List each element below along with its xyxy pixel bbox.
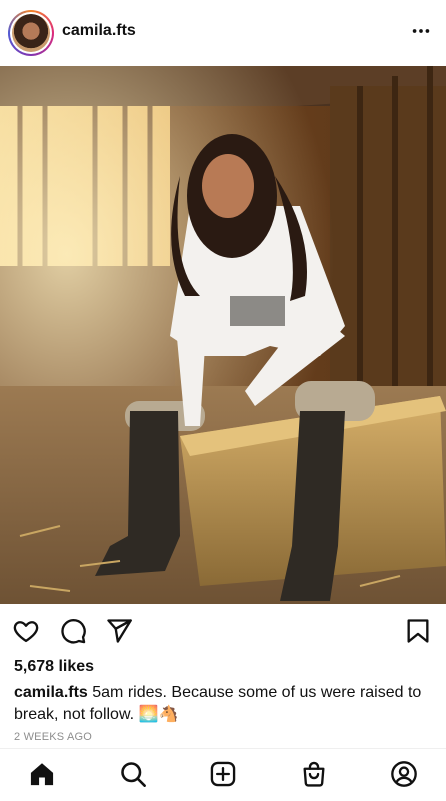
search-icon[interactable] — [118, 759, 148, 789]
avatar-image — [12, 14, 50, 52]
like-count[interactable]: 5,678 likes — [14, 658, 94, 676]
post-username[interactable]: camila.fts — [62, 22, 136, 40]
heart-icon[interactable] — [11, 616, 41, 646]
avatar-ring-gap — [10, 12, 52, 54]
post-caption: camila.fts 5am rides. Because some of us… — [14, 682, 438, 726]
create-icon[interactable] — [208, 759, 238, 789]
comment-icon[interactable] — [58, 616, 88, 646]
more-options-icon[interactable] — [408, 18, 434, 44]
home-icon[interactable] — [27, 759, 57, 789]
bookmark-icon[interactable] — [403, 616, 433, 646]
profile-icon[interactable] — [389, 759, 419, 789]
post-photo[interactable] — [0, 66, 446, 604]
bottom-navigation — [0, 748, 446, 801]
post-timestamp: 2 WEEKS AGO — [14, 731, 93, 743]
caption-username[interactable]: camila.fts — [14, 684, 88, 701]
avatar[interactable] — [8, 10, 54, 56]
shop-icon[interactable] — [299, 759, 329, 789]
post-header: camila.fts — [0, 0, 446, 66]
post-actions — [0, 604, 446, 656]
barn-photo-illustration — [0, 66, 446, 604]
share-icon[interactable] — [104, 616, 134, 646]
